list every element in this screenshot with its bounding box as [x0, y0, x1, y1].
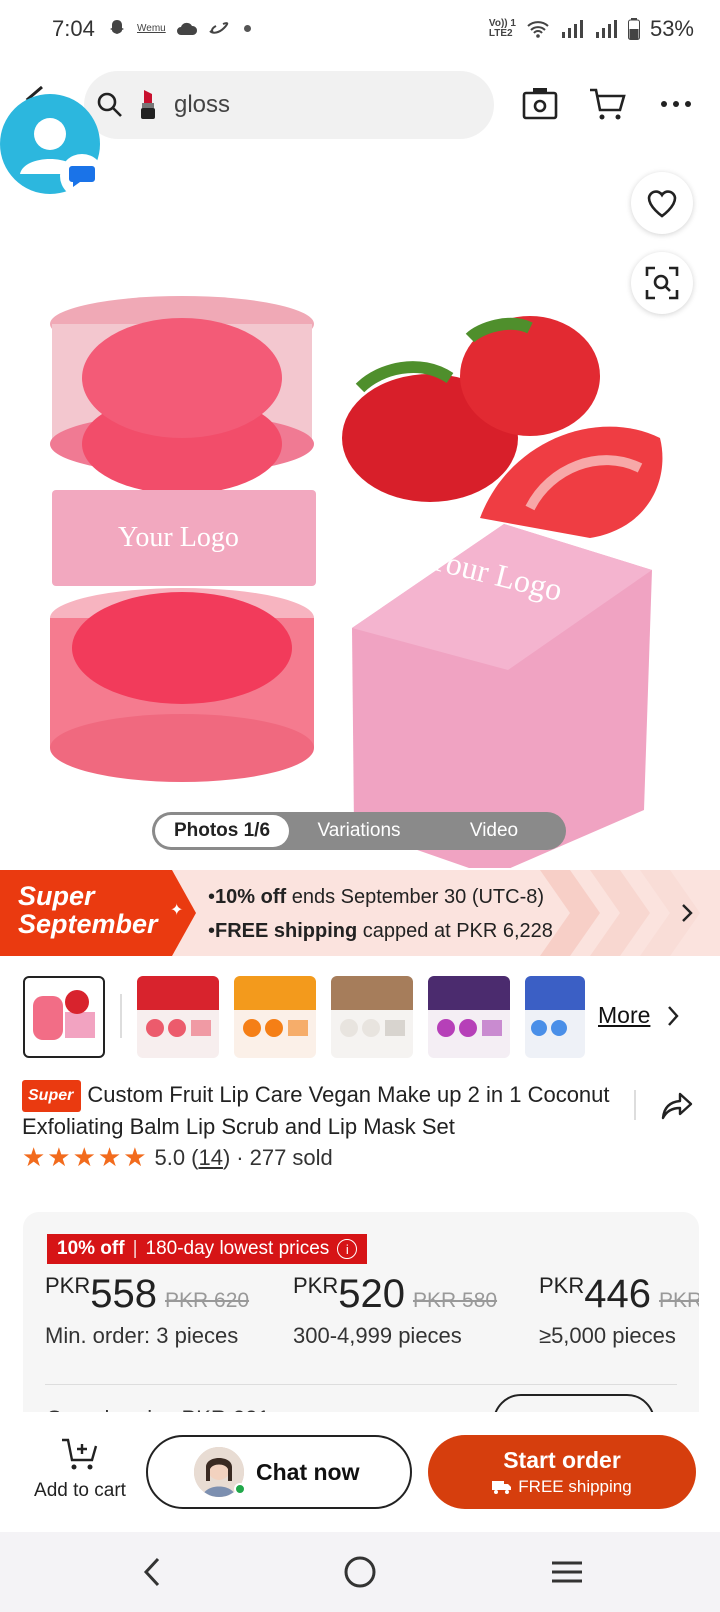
promo-badge: Super September ✦ [0, 870, 196, 956]
thumbnail-mango[interactable] [234, 976, 316, 1058]
promo-title-line2: September [18, 909, 158, 939]
nav-home-icon[interactable] [343, 1555, 377, 1589]
share-icon[interactable] [660, 1090, 694, 1122]
tier-2-price: 520 [338, 1272, 405, 1316]
media-tabs: Photos 1/6 Variations Video [152, 812, 566, 850]
chat-head-bubble[interactable] [0, 94, 104, 198]
discount-label: 10% off [57, 1238, 125, 1259]
bottom-action-bar: Add to cart Chat now Start order FREE sh… [0, 1412, 720, 1530]
discount-banner: 10% off | 180-day lowest prices i [47, 1234, 368, 1264]
cloud-icon [176, 22, 197, 35]
start-order-label: Start order [503, 1447, 621, 1473]
battery-icon [627, 18, 640, 40]
promo-banner[interactable]: Super September ✦ •10% off ends Septembe… [0, 870, 720, 956]
status-time: 7:04 [52, 16, 95, 41]
thumbnail-blueberry[interactable] [525, 976, 585, 1058]
online-dot [234, 1483, 246, 1495]
product-image[interactable]: Your Logo Your Logo [0, 148, 720, 876]
thumbnail-product[interactable] [23, 976, 105, 1058]
review-count[interactable]: 14 [198, 1145, 222, 1171]
logo-text-band: Your Logo [118, 522, 239, 553]
more-icon[interactable] [660, 100, 692, 108]
info-icon[interactable]: i [337, 1239, 358, 1259]
sold-count: 277 sold [249, 1144, 333, 1170]
volte-icon: Vo)) 1 LTE2 [488, 18, 516, 39]
wifi-icon [527, 21, 549, 38]
add-cart-icon [62, 1438, 98, 1470]
thumbnail-strawberry[interactable] [137, 976, 219, 1058]
lowest-price-label: 180-day lowest prices [145, 1238, 330, 1259]
heart-icon [647, 190, 677, 218]
tier-2-original: PKR 580 [413, 1289, 498, 1312]
variation-thumbnails: More [0, 976, 720, 1060]
truck-icon [492, 1481, 512, 1494]
star-rating-icons: ★★★★★ [22, 1142, 149, 1172]
promo-line-shipping: •FREE shipping capped at PKR 6,228 [208, 920, 553, 942]
more-label: More [598, 1002, 651, 1028]
product-title-text: Custom Fruit Lip Care Vegan Make up 2 in… [22, 1082, 610, 1139]
product-title: Super Custom Fruit Lip Care Vegan Make up… [22, 1080, 622, 1142]
chat-now-label: Chat now [256, 1458, 360, 1485]
status-notification-icons: Wemu [107, 18, 251, 38]
lipstick-icon [141, 90, 155, 119]
dot-icon [243, 24, 251, 32]
search-bar[interactable]: gloss [84, 71, 494, 139]
product-photo: Your Logo Your Logo [50, 296, 663, 876]
tier-1-price: 558 [90, 1272, 157, 1316]
cart-icon[interactable] [588, 86, 626, 122]
tier-3-original: PKR 495 [659, 1289, 699, 1312]
chevron-right-icon [668, 1005, 680, 1026]
status-system-icons: Vo)) 1 LTE2 53% [489, 16, 694, 42]
system-nav-bar [0, 1532, 720, 1612]
favorite-button[interactable] [631, 172, 693, 234]
rating-row: ★★★★★ 5.0 (14) · 277 sold [22, 1142, 333, 1172]
image-search-button[interactable] [631, 252, 693, 314]
tier-1-original: PKR 620 [165, 1289, 250, 1312]
price-tier-1: PKR558 PKR 620 Min. order: 3 pieces [45, 1272, 250, 1348]
thumbnail-grape[interactable] [428, 976, 510, 1058]
nav-back-icon[interactable] [140, 1556, 164, 1588]
sparkle-icon: ✦ [170, 902, 184, 919]
camera-icon[interactable] [522, 86, 558, 120]
thumbnail-coconut[interactable] [331, 976, 413, 1058]
tier-3-price: 446 [584, 1272, 651, 1316]
more-variations-link[interactable]: More [598, 1002, 680, 1029]
search-query: gloss [174, 91, 231, 118]
super-badge: Super [22, 1080, 82, 1112]
price-tier-3: PKR446PKR 495 ≥5,000 pieces [539, 1272, 699, 1349]
snapchat-icon [110, 20, 124, 34]
message-icon [69, 166, 95, 187]
free-shipping-label: FREE shipping [518, 1477, 632, 1496]
promo-title-line1: Super [18, 881, 95, 911]
add-to-cart-label: Add to cart [34, 1480, 126, 1501]
tier-3-qty: ≥5,000 pieces [539, 1323, 676, 1348]
chevron-right-icon [682, 904, 693, 922]
tier-2-qty: 300-4,999 pieces [293, 1323, 462, 1348]
nav-recents-icon[interactable] [550, 1560, 584, 1584]
signal-icon-2 [595, 20, 617, 38]
scan-search-icon [645, 266, 679, 300]
rating-value: 5.0 [154, 1144, 186, 1170]
signal-icon-1 [561, 20, 583, 38]
alibaba-icon [209, 22, 228, 34]
start-order-button[interactable]: Start order FREE shipping [428, 1435, 696, 1509]
price-tier-2: PKR520 PKR 580 300-4,999 pieces [293, 1272, 498, 1348]
wemu-icon: Wemu [137, 22, 166, 34]
add-to-cart-button[interactable]: Add to cart [20, 1436, 140, 1502]
status-bar: 7:04 Wemu Vo)) 1 LTE2 53% [0, 0, 720, 60]
tab-variations[interactable]: Variations [289, 815, 429, 847]
chat-now-button[interactable]: Chat now [146, 1435, 412, 1509]
tab-photos[interactable]: Photos 1/6 [155, 815, 289, 847]
tab-video[interactable]: Video [429, 815, 559, 847]
promo-line-discount: •10% off ends September 30 (UTC-8) [208, 886, 545, 908]
battery-percent: 53% [649, 16, 694, 41]
tier-1-qty: Min. order: 3 pieces [45, 1323, 239, 1348]
